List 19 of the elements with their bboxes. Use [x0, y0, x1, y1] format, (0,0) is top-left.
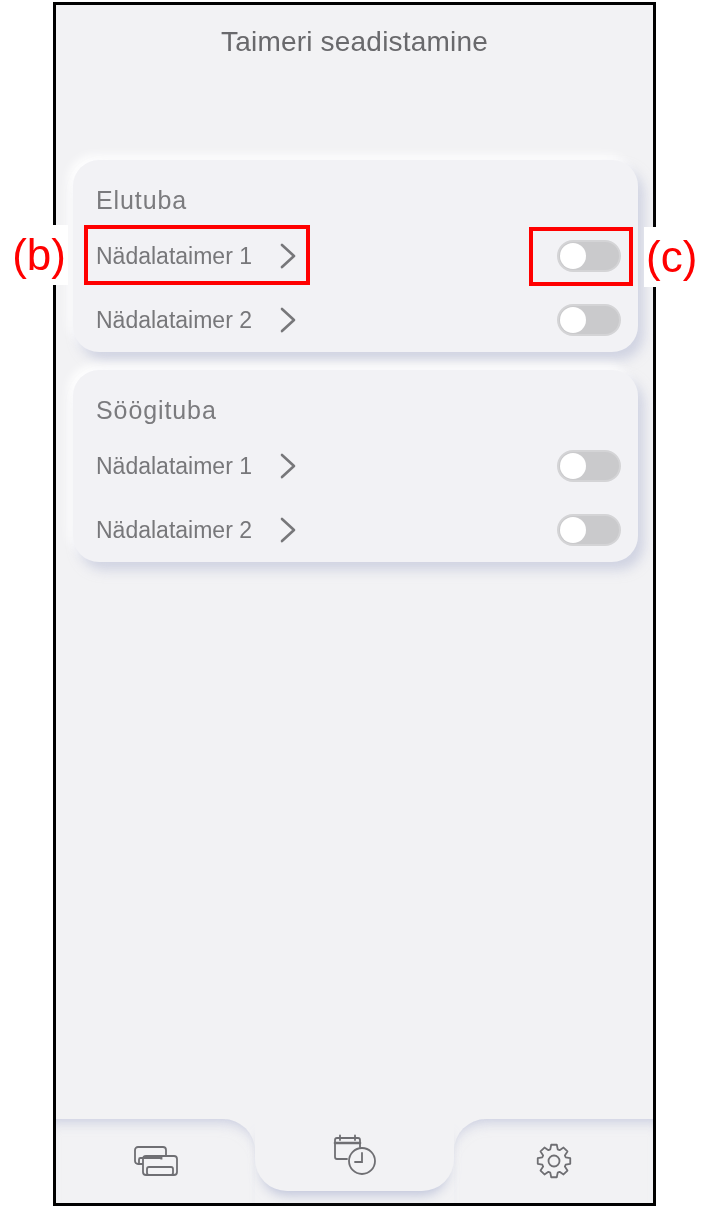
- screen-title: Taimeri seadistamine: [220, 25, 489, 59]
- chevron-right-icon: [279, 307, 296, 333]
- toggle-switch[interactable]: [557, 240, 621, 272]
- nav-tab[interactable]: [255, 1119, 454, 1191]
- room-title: Elutuba: [96, 185, 189, 216]
- toggle-switch[interactable]: [557, 514, 621, 546]
- room-title: Söögituba: [96, 395, 218, 426]
- calendar-clock-icon: [332, 1134, 377, 1176]
- timer-link[interactable]: Nädalataimer 2: [96, 514, 296, 546]
- toggle-switch[interactable]: [557, 450, 621, 482]
- timer-link[interactable]: Nädalataimer 1: [96, 240, 296, 272]
- timer-link[interactable]: Nädalataimer 1: [96, 450, 296, 482]
- chevron-right-icon: [279, 453, 296, 479]
- chevron-right-icon: [279, 243, 296, 269]
- timer-link[interactable]: Nädalataimer 2: [96, 304, 296, 336]
- toggle-switch[interactable]: [557, 304, 621, 336]
- settings-icon: [535, 1143, 572, 1179]
- chevron-right-icon: [279, 517, 296, 543]
- stacked-rectangles-icon: [133, 1146, 178, 1176]
